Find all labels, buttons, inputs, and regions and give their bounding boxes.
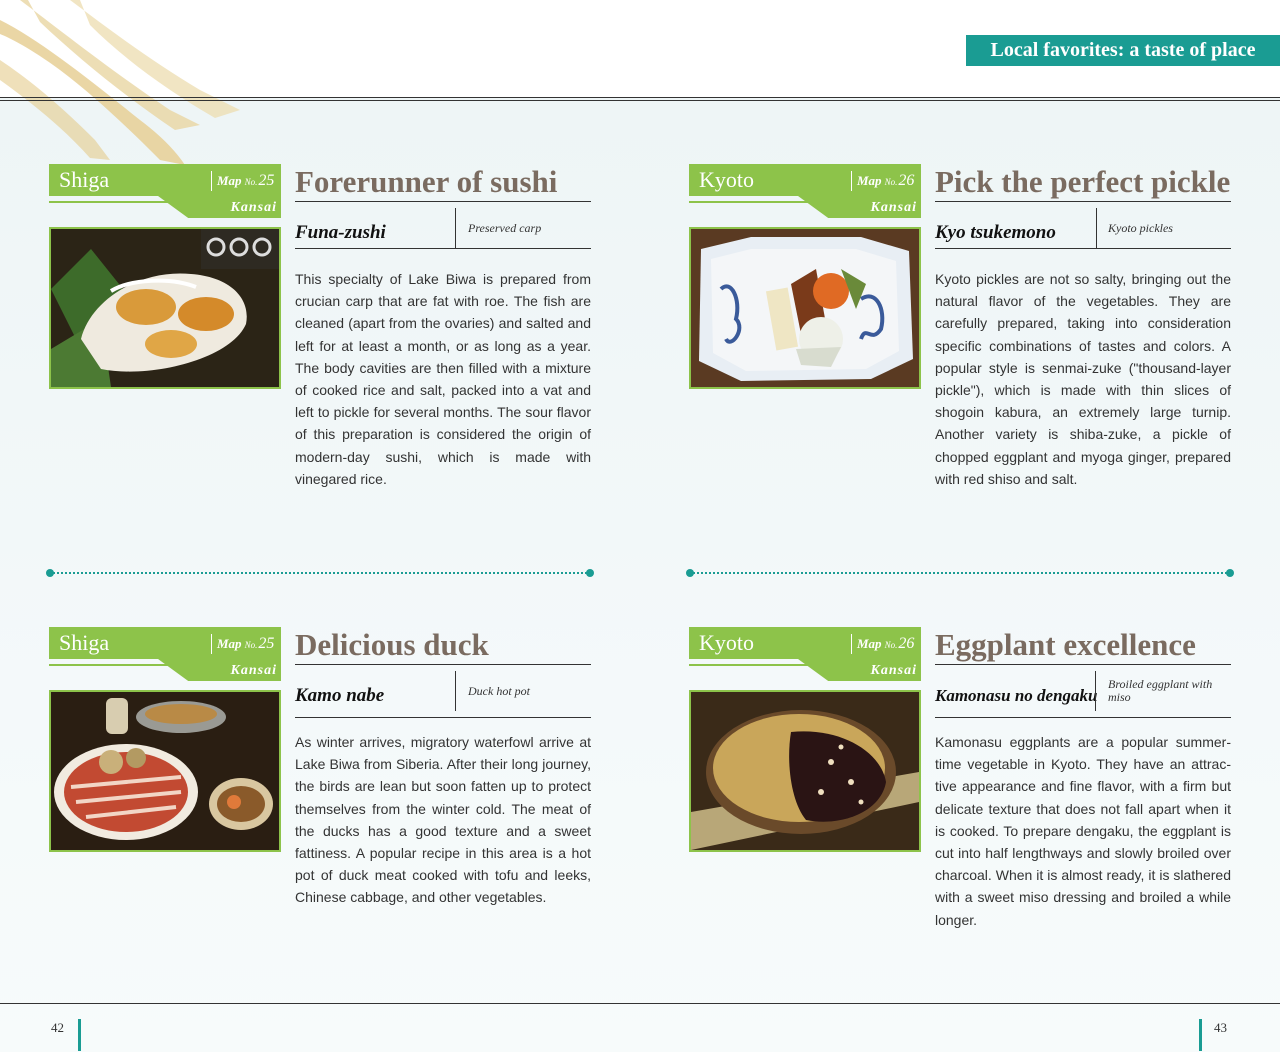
header-rule	[0, 97, 1280, 98]
article-body: This specialty of Lake Biwa is prepared …	[295, 271, 591, 487]
section-banner: Local favorites: a taste of place	[966, 35, 1280, 66]
area-name: Kansai	[230, 663, 277, 678]
dish-english-name: Kyoto pickles	[1108, 220, 1173, 235]
dish-name: Kamonasu no dengaku	[935, 686, 1098, 705]
region-tag: Kyoto Map No.26 Kansai	[689, 164, 921, 218]
section-divider	[686, 569, 1234, 577]
map-reference: Map No.26	[857, 172, 915, 189]
dish-photo	[689, 227, 921, 389]
region-name: Shiga	[59, 630, 110, 655]
article-body: Kyoto pickles are not so salty, bringing…	[935, 271, 1231, 487]
brush-stroke-decoration	[0, 0, 240, 165]
area-name: Kansai	[230, 200, 277, 215]
page-number-left: 42	[51, 1020, 64, 1035]
region-tag: Shiga Map No.25 Kansai	[49, 164, 281, 218]
dish-name: Funa-zushi	[295, 222, 386, 243]
map-reference: Map No.26	[857, 635, 915, 652]
article-body: As winter arrives, migratory waterfowl a…	[295, 734, 591, 906]
article-title: Pick the perfect pickle	[935, 164, 1231, 199]
page-marker-left	[78, 1019, 81, 1051]
region-name: Kyoto	[699, 167, 754, 192]
area-name: Kansai	[870, 663, 917, 678]
dish-card: Kyoto Map No.26 Kansai Eggplant excellenc…	[689, 627, 1234, 987]
dish-name: Kyo tsukemono	[935, 222, 1056, 243]
region-tag: Shiga Map No.25 Kansai	[49, 627, 281, 681]
dish-photo	[49, 227, 281, 389]
dish-card: Shiga Map No.25 Kansai Delicious duck Kam…	[49, 627, 594, 987]
article-title: Forerunner of sushi	[295, 164, 558, 199]
region-name: Shiga	[59, 167, 110, 192]
dish-card: Kyoto Map No.26 Kansai Pick the perfect p…	[689, 164, 1234, 524]
article-body: Kamonasu eggplants are a popular summer-…	[935, 734, 1231, 928]
dish-english-name: Preserved carp	[468, 220, 542, 235]
dish-english-name: Broiled eggplant with miso	[1108, 677, 1213, 704]
header-rule	[0, 100, 1280, 101]
area-name: Kansai	[870, 200, 917, 215]
dish-card: Shiga Map No.25 Kansai Forerunner of sush…	[49, 164, 594, 524]
section-divider	[46, 569, 594, 577]
article-title: Delicious duck	[295, 627, 489, 662]
map-reference: Map No.25	[217, 172, 275, 189]
region-tag: Kyoto Map No.26 Kansai	[689, 627, 921, 681]
region-name: Kyoto	[699, 630, 754, 655]
page-number-right: 43	[1214, 1020, 1227, 1035]
dish-photo	[689, 690, 921, 852]
article-title: Eggplant excellence	[935, 627, 1196, 662]
dish-photo	[49, 690, 281, 852]
footer-rule	[0, 1003, 1280, 1004]
dish-name: Kamo nabe	[295, 685, 385, 706]
page-marker-right	[1199, 1019, 1202, 1051]
map-reference: Map No.25	[217, 635, 275, 652]
dish-english-name: Duck hot pot	[468, 683, 530, 698]
